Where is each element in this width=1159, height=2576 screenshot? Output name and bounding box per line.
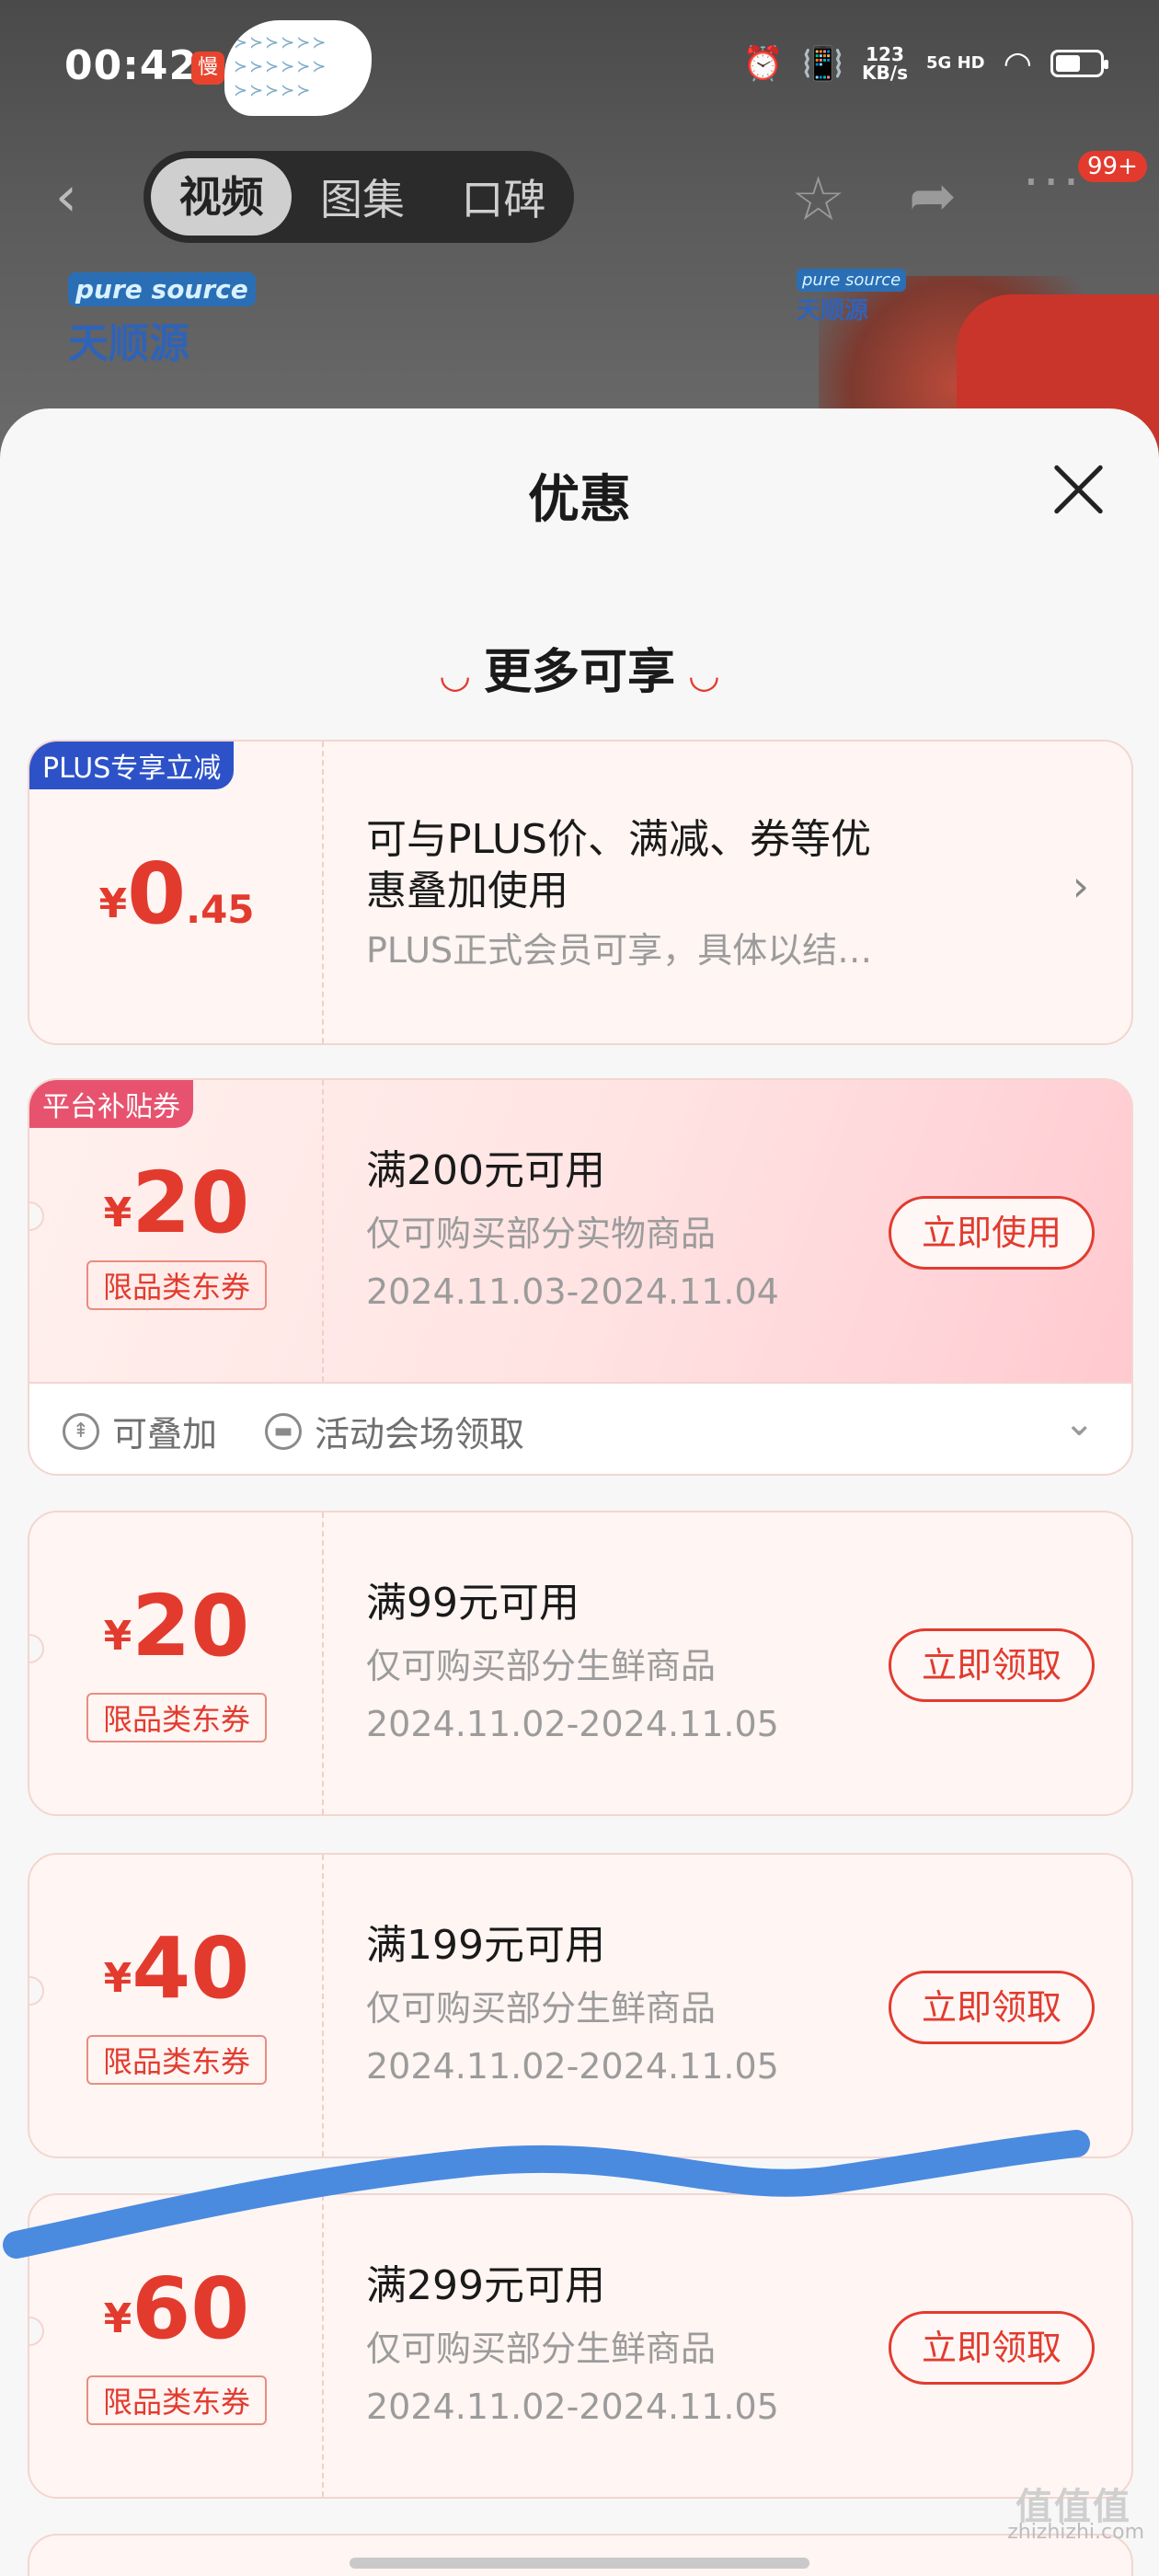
smile-right-icon: ◡ xyxy=(690,654,718,696)
brand-logo-en: pure source xyxy=(68,272,256,306)
coupon-scope: 仅可购买部分生鲜商品 xyxy=(366,1646,717,1686)
brand-logo: pure source 天顺源 xyxy=(68,272,256,369)
coupon-scope: 仅可购买部分实物商品 xyxy=(366,1213,717,1254)
subsidy-tag: 平台补贴券 xyxy=(29,1080,193,1128)
coupon-period: 2024.11.03-2024.11.04 xyxy=(366,1271,779,1312)
signal-icon: 5G HD xyxy=(926,53,985,73)
brand-logo-cn: 天顺源 xyxy=(68,320,189,367)
alarm-icon: ⏰ xyxy=(742,45,785,83)
coupon-period: 2024.11.02-2024.11.05 xyxy=(366,1704,779,1744)
coupon-period: 2024.11.02-2024.11.05 xyxy=(366,2046,779,2087)
plus-tag: PLUS专享立减 xyxy=(29,742,235,789)
stackable-info: ⇞ 可叠加 xyxy=(63,1406,217,1456)
section-title-text: 更多可享 xyxy=(483,645,675,700)
tab-reviews[interactable]: 口碑 xyxy=(433,167,574,227)
stack-icon: ⇞ xyxy=(63,1412,99,1450)
venue-label: 活动会场领取 xyxy=(315,1414,525,1455)
close-icon[interactable] xyxy=(1049,460,1107,519)
favorite-star-icon[interactable]: ☆ xyxy=(791,164,845,235)
tab-gallery[interactable]: 图集 xyxy=(292,167,432,227)
next-coupon-card-peek xyxy=(28,2534,1133,2576)
coupon-scope: 仅可购买部分生鲜商品 xyxy=(366,1988,717,2029)
message-count-badge: 99+ xyxy=(1078,151,1147,182)
plus-title-line1: 可与PLUS价、满减、券等优 xyxy=(366,816,871,863)
plus-amount: ¥0.45 xyxy=(29,845,324,943)
coupon-scope: 仅可购买部分生鲜商品 xyxy=(366,2329,717,2369)
coupon-period: 2024.11.02-2024.11.05 xyxy=(366,2386,779,2427)
product-brand-cn: 天顺源 xyxy=(797,297,869,325)
coupon-kind-badge: 限品类东券 xyxy=(86,1693,267,1742)
coupon-kind-badge: 限品类东券 xyxy=(86,1260,267,1310)
coupon-currency: ¥ xyxy=(103,1190,132,1236)
coupon-currency: ¥ xyxy=(103,1955,132,2002)
status-time: 00:42 xyxy=(64,42,199,89)
coupon-amount-panel: 平台补贴券 ¥20 限品类东券 xyxy=(29,1080,324,1382)
battery-icon xyxy=(1050,50,1108,77)
plus-currency: ¥ xyxy=(98,880,128,927)
use-now-button[interactable]: 立即使用 xyxy=(889,1196,1095,1270)
background-page: 00:42 慢 ≻≻≻≻≻≻ ≻≻≻≻≻≻ ≻≻≻≻≻ ⏰ 📳 123 KB/s… xyxy=(0,0,1159,478)
status-icons: ⏰ 📳 123 KB/s 5G HD ◠ xyxy=(742,44,1108,83)
plus-amount-panel: PLUS专享立减 ¥0.45 xyxy=(29,742,324,1043)
plus-discount-card[interactable]: PLUS专享立减 ¥0.45 可与PLUS价、满减、券等优 惠叠加使用 PLUS… xyxy=(28,740,1133,1045)
plus-subtitle: PLUS正式会员可享，具体以结… xyxy=(366,930,873,971)
product-brand-en: pure source xyxy=(797,269,907,292)
product-brand-logo: pure source 天顺源 xyxy=(797,269,907,326)
coupon-amount: ¥20 xyxy=(29,1154,324,1252)
coupon-amount: ¥20 xyxy=(29,1577,324,1675)
media-tabs: 视频 图集 口碑 xyxy=(143,151,574,243)
sheet-title: 优惠 xyxy=(528,470,631,530)
watermark-text: zhizhizhi.com xyxy=(1007,2521,1144,2544)
share-icon[interactable]: ➦ xyxy=(909,162,957,229)
coupon-currency: ¥ xyxy=(103,2295,132,2342)
coupon-title: 满99元可用 xyxy=(366,1580,580,1627)
back-icon[interactable]: ‹ xyxy=(55,169,77,224)
coupon-footer: ⇞ 可叠加 ▬ 活动会场领取 ⌄ xyxy=(28,1384,1133,1476)
stackable-label: 可叠加 xyxy=(112,1414,218,1455)
coupon-amount-value: 20 xyxy=(132,1577,250,1675)
plus-amount-int: 0 xyxy=(127,845,187,943)
app-notification-icon: 慢 xyxy=(191,52,224,85)
coupon-title: 满199元可用 xyxy=(366,1922,605,1969)
claim-now-button[interactable]: 立即领取 xyxy=(889,2311,1095,2385)
coupon-card: 平台补贴券 ¥20 限品类东券 满200元可用 仅可购买部分实物商品 2024.… xyxy=(28,1078,1133,1384)
section-title: ◡ 更多可享 ◡ xyxy=(0,633,1159,702)
coupon-amount-panel: ¥20 限品类东券 xyxy=(29,1512,324,1814)
wifi-icon: ◠ xyxy=(1003,44,1032,83)
chevron-down-icon[interactable]: ⌄ xyxy=(1063,1402,1095,1444)
net-speed-unit: KB/s xyxy=(862,62,908,84)
net-speed: 123 KB/s xyxy=(862,45,908,82)
claim-now-button[interactable]: 立即领取 xyxy=(889,1628,1095,1702)
home-indicator[interactable] xyxy=(350,2558,809,2569)
scribble-stroke xyxy=(3,2130,1090,2259)
ticket-icon: ▬ xyxy=(265,1412,302,1450)
pen-scribble xyxy=(3,2130,1090,2259)
vibrate-icon: 📳 xyxy=(802,45,844,83)
claim-now-button[interactable]: 立即领取 xyxy=(889,1971,1095,2044)
plus-amount-dec: .45 xyxy=(186,887,255,932)
plus-title-line2: 惠叠加使用 xyxy=(366,868,568,914)
more-icon[interactable]: ··· xyxy=(1023,153,1083,213)
chevron-right-icon[interactable]: › xyxy=(1073,861,1089,911)
coupon-title: 满200元可用 xyxy=(366,1147,605,1194)
venue-info: ▬ 活动会场领取 xyxy=(265,1406,524,1456)
smile-left-icon: ◡ xyxy=(441,654,469,696)
coupon-card: ¥20 限品类东券 满99元可用 仅可购买部分生鲜商品 2024.11.02-2… xyxy=(28,1511,1133,1816)
coupon-amount-value: 40 xyxy=(132,1919,250,2018)
top-navigation: ‹ 视频 图集 口碑 ☆ ➦ ··· 99+ xyxy=(0,147,1159,248)
fish-sticker-icon: ≻≻≻≻≻≻ ≻≻≻≻≻≻ ≻≻≻≻≻ xyxy=(224,20,372,116)
coupon-amount-value: 20 xyxy=(132,1154,250,1252)
status-bar: 00:42 慢 ≻≻≻≻≻≻ ≻≻≻≻≻≻ ≻≻≻≻≻ ⏰ 📳 123 KB/s… xyxy=(0,0,1159,138)
coupon-amount: ¥40 xyxy=(29,1919,324,2018)
coupon-kind-badge: 限品类东券 xyxy=(86,2035,267,2085)
coupon-kind-badge: 限品类东券 xyxy=(86,2375,267,2425)
tab-video[interactable]: 视频 xyxy=(151,158,293,236)
coupon-currency: ¥ xyxy=(103,1613,132,1660)
